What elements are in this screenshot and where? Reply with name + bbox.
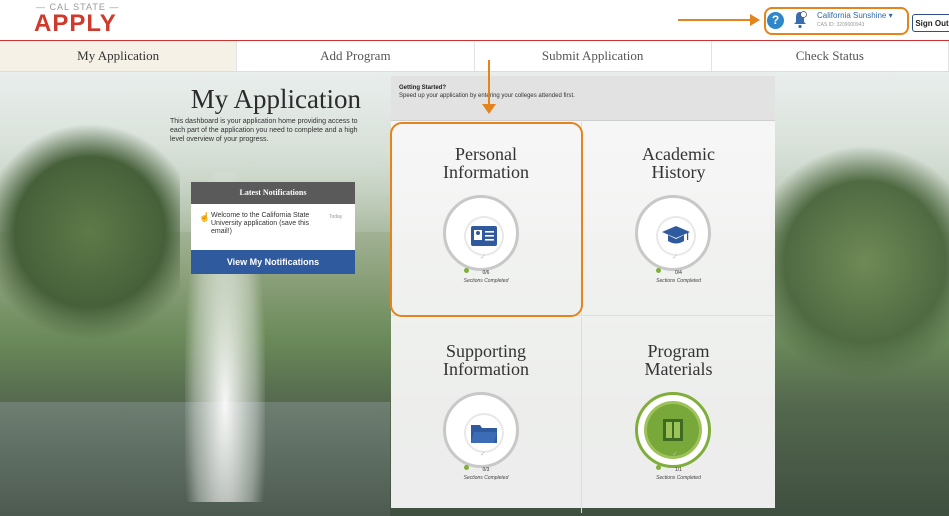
ring-center (466, 415, 502, 451)
section-title-line2: Information (443, 359, 529, 379)
annotation-arrow-vertical (488, 60, 490, 106)
getting-started-banner[interactable]: Getting Started? Speed up your applicati… (391, 76, 775, 121)
page-title: My Application (190, 84, 361, 114)
notification-item[interactable]: ☝ Welcome to the California State Univer… (195, 212, 351, 242)
background-tree-left (0, 112, 180, 352)
graduation-cap-icon (662, 226, 690, 244)
ring-center (658, 218, 694, 254)
user-menu[interactable]: California Sunshine ▾ (817, 11, 893, 20)
section-title: Program Materials (583, 342, 774, 378)
main-nav: My Application Add Program Submit Applic… (0, 41, 949, 72)
personal-info-highlight-box (390, 122, 583, 317)
book-icon (663, 419, 683, 441)
user-name-text: California Sunshine (817, 11, 887, 20)
progress-ring: ✓ (443, 392, 519, 468)
page-description: This dashboard is your application home … (170, 118, 358, 143)
tab-check-status[interactable]: Check Status (712, 41, 949, 71)
intro-block: My Application This dashboard is your ap… (166, 84, 361, 144)
section-count: 0/3 (482, 467, 490, 473)
section-count: 0/4 (675, 270, 682, 276)
ring-center (647, 404, 699, 456)
background-tree-right (770, 132, 949, 392)
section-title-line2: Materials (644, 359, 713, 379)
notification-bell-icon[interactable] (793, 11, 807, 29)
section-program-materials[interactable]: Program Materials ✓ 1/1 Sections Complete… (583, 317, 774, 513)
section-count-label: Sections Completed (656, 278, 701, 284)
chevron-down-icon: ▾ (888, 11, 893, 20)
progress-ring-complete: ✓ (635, 392, 711, 468)
folder-icon (471, 425, 497, 443)
progress-ring: ✓ (635, 195, 711, 271)
getting-started-text: Speed up your application by entering yo… (399, 93, 575, 99)
tab-my-application[interactable]: My Application (0, 41, 238, 71)
annotation-arrow-horizontal (678, 19, 750, 21)
section-title-line2: History (651, 162, 706, 182)
annotation-arrowhead-vertical (482, 104, 496, 114)
tab-submit-application[interactable]: Submit Application (475, 41, 712, 71)
section-title: Academic History (583, 145, 774, 181)
section-count-label: Sections Completed (463, 475, 509, 481)
section-title-line1: Academic (642, 144, 715, 164)
section-title: Supporting Information (391, 342, 581, 378)
help-icon[interactable]: ? (767, 12, 784, 29)
check-icon: ✓ (672, 451, 678, 458)
view-notifications-button[interactable]: View My Notifications (191, 250, 355, 274)
section-count-label: Sections Completed (656, 475, 701, 481)
thumbs-up-icon: ☝ (199, 212, 211, 222)
notifications-heading: Latest Notifications (191, 182, 355, 204)
section-academic-history[interactable]: Academic History ✓ 0/4 Sections Completed (583, 120, 774, 316)
section-count: 1/1 (675, 467, 682, 473)
getting-started-title: Getting Started? (399, 85, 447, 91)
notification-text: Welcome to the California State Universi… (211, 212, 310, 235)
annotation-arrowhead-horizontal (750, 14, 760, 26)
check-icon: ✓ (480, 451, 486, 458)
user-cas-id: CAS ID: 3209000943 (817, 22, 865, 28)
check-icon: ✓ (672, 254, 678, 261)
notification-date: Today (329, 214, 343, 220)
section-supporting-information[interactable]: Supporting Information ✓ 0/3 Sections Com… (391, 317, 582, 513)
notifications-card: Latest Notifications ☝ Welcome to the Ca… (191, 182, 355, 274)
apply-logo[interactable]: APPLY (34, 10, 117, 38)
sign-out-button[interactable]: Sign Out (912, 14, 949, 32)
section-title-line1: Program (647, 341, 710, 361)
tab-add-program[interactable]: Add Program (237, 41, 475, 71)
section-title-line1: Supporting (445, 341, 526, 361)
